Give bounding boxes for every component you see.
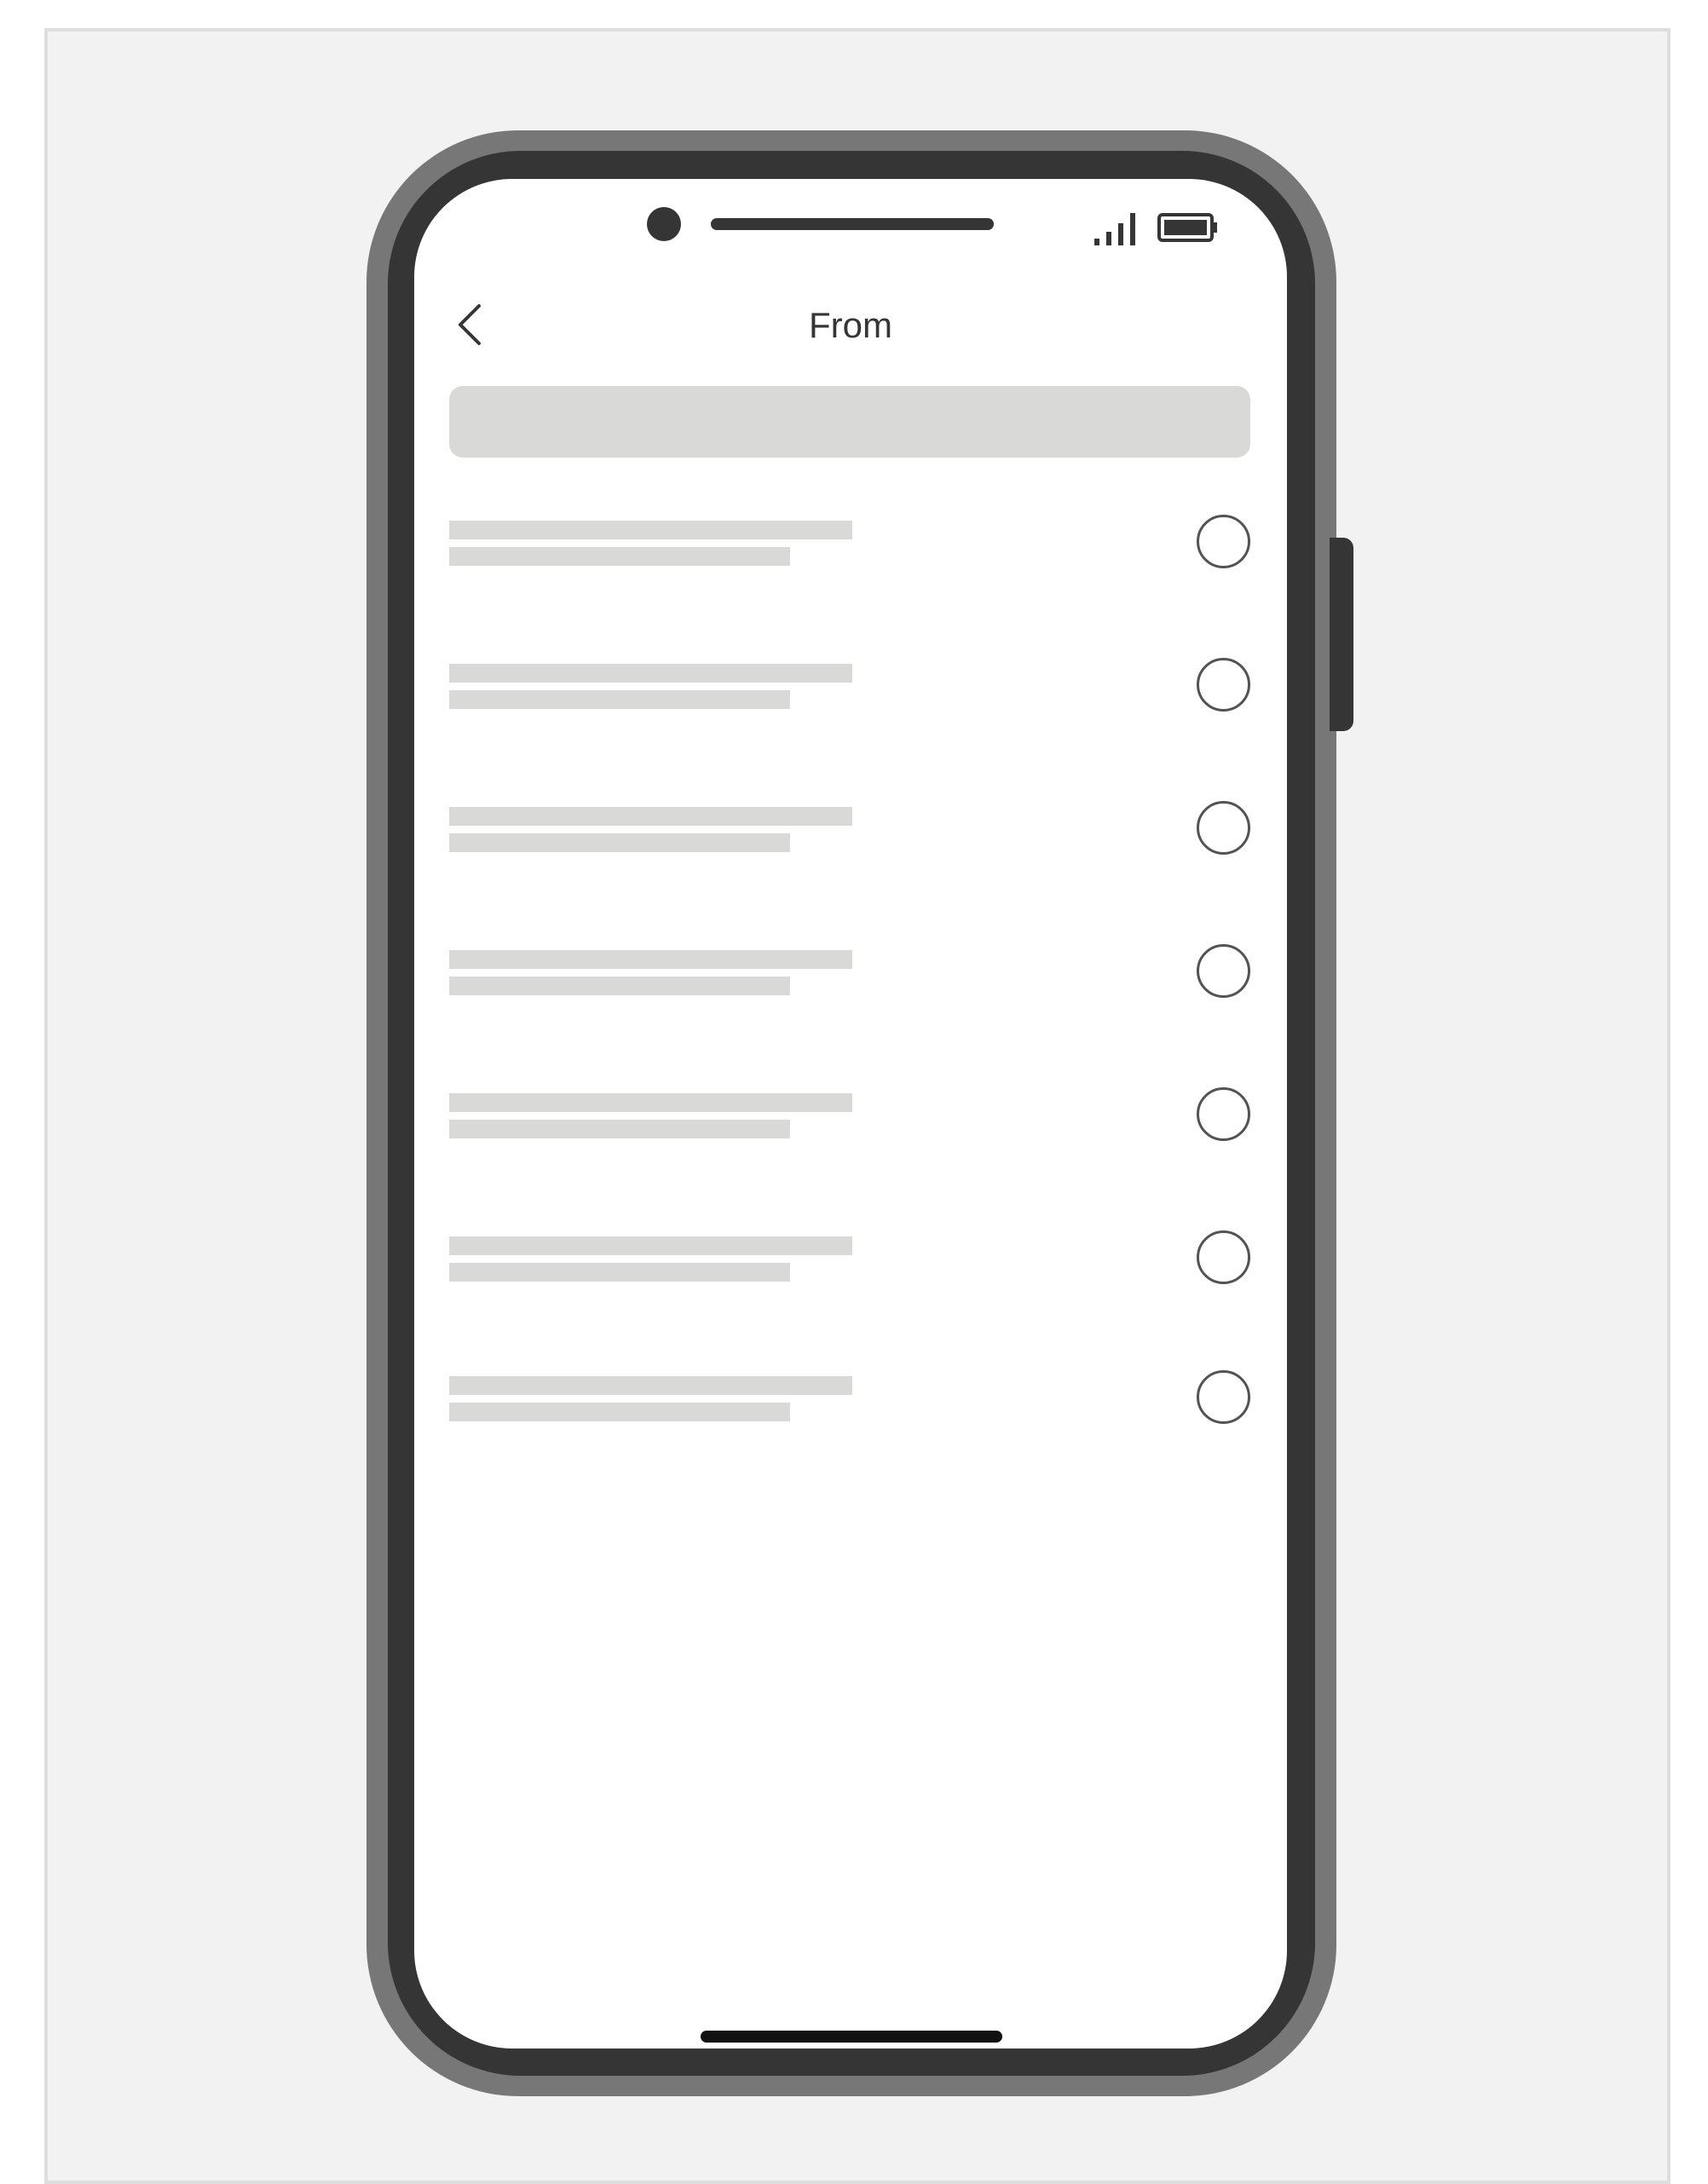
list-item-label bbox=[449, 807, 852, 826]
list-item-sublabel bbox=[449, 1403, 790, 1421]
list-item-sublabel bbox=[449, 1120, 790, 1138]
list-item[interactable] bbox=[449, 1230, 1250, 1322]
phone-screen: From bbox=[414, 179, 1287, 2049]
list-item[interactable] bbox=[449, 944, 1250, 1035]
radio-button[interactable] bbox=[1197, 1370, 1250, 1424]
list-item-label bbox=[449, 1376, 852, 1395]
list-item-sublabel bbox=[449, 547, 790, 566]
home-indicator[interactable] bbox=[701, 2031, 1002, 2043]
list-item[interactable] bbox=[449, 515, 1250, 606]
list-item-sublabel bbox=[449, 833, 790, 852]
phone-side-button bbox=[1330, 538, 1353, 731]
speaker-grille bbox=[711, 218, 994, 230]
radio-button[interactable] bbox=[1197, 515, 1250, 568]
list-item-sublabel bbox=[449, 690, 790, 709]
radio-button[interactable] bbox=[1197, 1087, 1250, 1141]
search-input[interactable] bbox=[449, 386, 1250, 458]
page-title: From bbox=[809, 305, 892, 345]
list-item[interactable] bbox=[449, 658, 1250, 749]
radio-button[interactable] bbox=[1197, 1230, 1250, 1284]
list-item-sublabel bbox=[449, 977, 790, 995]
list-item-label bbox=[449, 950, 852, 969]
list-item-label bbox=[449, 664, 852, 683]
list-item[interactable] bbox=[449, 1087, 1250, 1178]
list-item-sublabel bbox=[449, 1263, 790, 1282]
radio-button[interactable] bbox=[1197, 658, 1250, 712]
list-item-label bbox=[449, 1236, 852, 1255]
radio-button[interactable] bbox=[1197, 801, 1250, 855]
list-item[interactable] bbox=[449, 1370, 1250, 1461]
list-item-label bbox=[449, 521, 852, 539]
front-camera-icon bbox=[647, 207, 681, 241]
list-item-label bbox=[449, 1093, 852, 1112]
radio-button[interactable] bbox=[1197, 944, 1250, 998]
signal-bars-icon bbox=[1094, 213, 1135, 245]
list-item[interactable] bbox=[449, 801, 1250, 892]
battery-icon bbox=[1157, 213, 1217, 242]
